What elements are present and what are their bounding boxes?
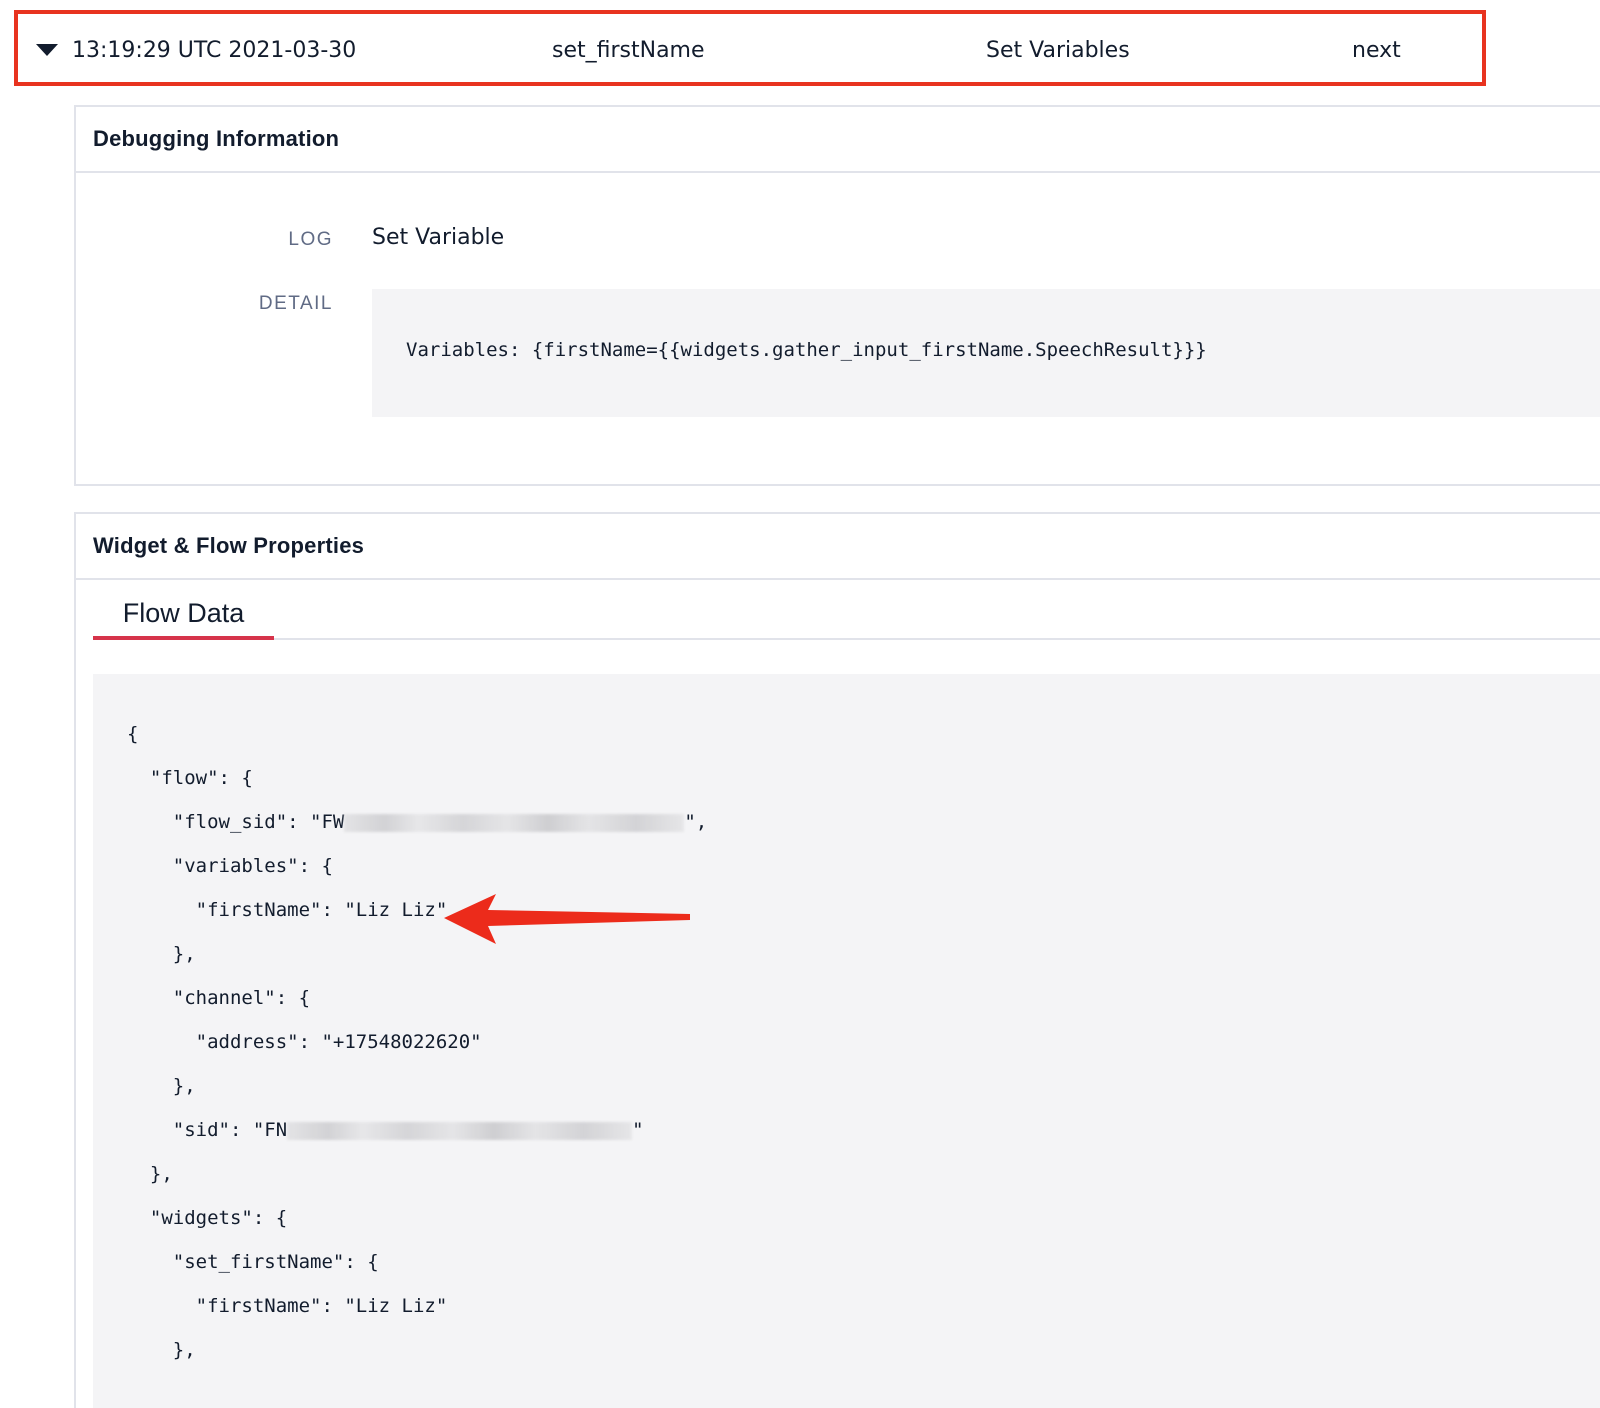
redacted-value: [344, 813, 685, 832]
json-line-sid: "sid": "FN ": [127, 1118, 644, 1142]
json-line: },: [127, 1075, 196, 1097]
json-line: "channel": {: [127, 987, 311, 1009]
step-event: next: [1352, 38, 1401, 63]
studio-execution-log: 13:19:29 UTC 2021-03-30 set_firstName Se…: [0, 0, 1600, 1408]
annotation-arrow-icon: [444, 894, 690, 944]
properties-tabs: Flow Data: [93, 580, 1600, 640]
panel-title: Widget & Flow Properties: [76, 514, 1600, 580]
json-line: "widgets": {: [127, 1207, 288, 1229]
detail-label: DETAIL: [258, 293, 333, 314]
json-line: },: [127, 943, 196, 965]
detail-value: Variables: {firstName={{widgets.gather_i…: [406, 339, 1207, 361]
redacted-value: [287, 1121, 633, 1140]
json-line: "firstName": "Liz Liz": [127, 1295, 448, 1317]
json-text: "flow_sid": "FW: [127, 811, 345, 833]
json-line: "set_firstName": {: [127, 1251, 379, 1273]
json-line: },: [127, 1339, 196, 1361]
step-widget-name: set_firstName: [552, 38, 705, 63]
json-line: "variables": {: [127, 855, 333, 877]
json-line-first-name: "firstName": "Liz Liz": [127, 899, 448, 921]
json-line: },: [127, 1163, 173, 1185]
log-label: LOG: [288, 229, 333, 250]
panel-title: Debugging Information: [76, 107, 1600, 173]
step-widget-type: Set Variables: [986, 38, 1130, 63]
json-text: ",: [684, 811, 708, 833]
json-line: "flow": {: [127, 767, 253, 789]
detail-code-block: Variables: {firstName={{widgets.gather_i…: [372, 289, 1600, 417]
json-text: ": [632, 1119, 644, 1141]
json-line: {: [127, 723, 139, 745]
log-value: Set Variable: [372, 225, 505, 250]
step-timestamp: 13:19:29 UTC 2021-03-30: [72, 38, 357, 63]
tab-flow-data[interactable]: Flow Data: [93, 580, 274, 640]
json-line-flow-sid: "flow_sid": "FW ",: [127, 810, 707, 834]
caret-down-icon[interactable]: [36, 44, 58, 56]
json-line: "address": "+17548022620": [127, 1031, 482, 1053]
flow-data-json: { "flow": { "flow_sid": "FW ", "variables…: [93, 674, 1600, 1408]
debugging-information-panel: Debugging Information LOG Set Variable D…: [74, 105, 1600, 486]
json-text: "sid": "FN: [127, 1119, 288, 1141]
step-row-highlighted[interactable]: 13:19:29 UTC 2021-03-30 set_firstName Se…: [14, 10, 1486, 86]
widget-flow-properties-panel: Widget & Flow Properties Flow Data { "fl…: [74, 512, 1600, 1408]
